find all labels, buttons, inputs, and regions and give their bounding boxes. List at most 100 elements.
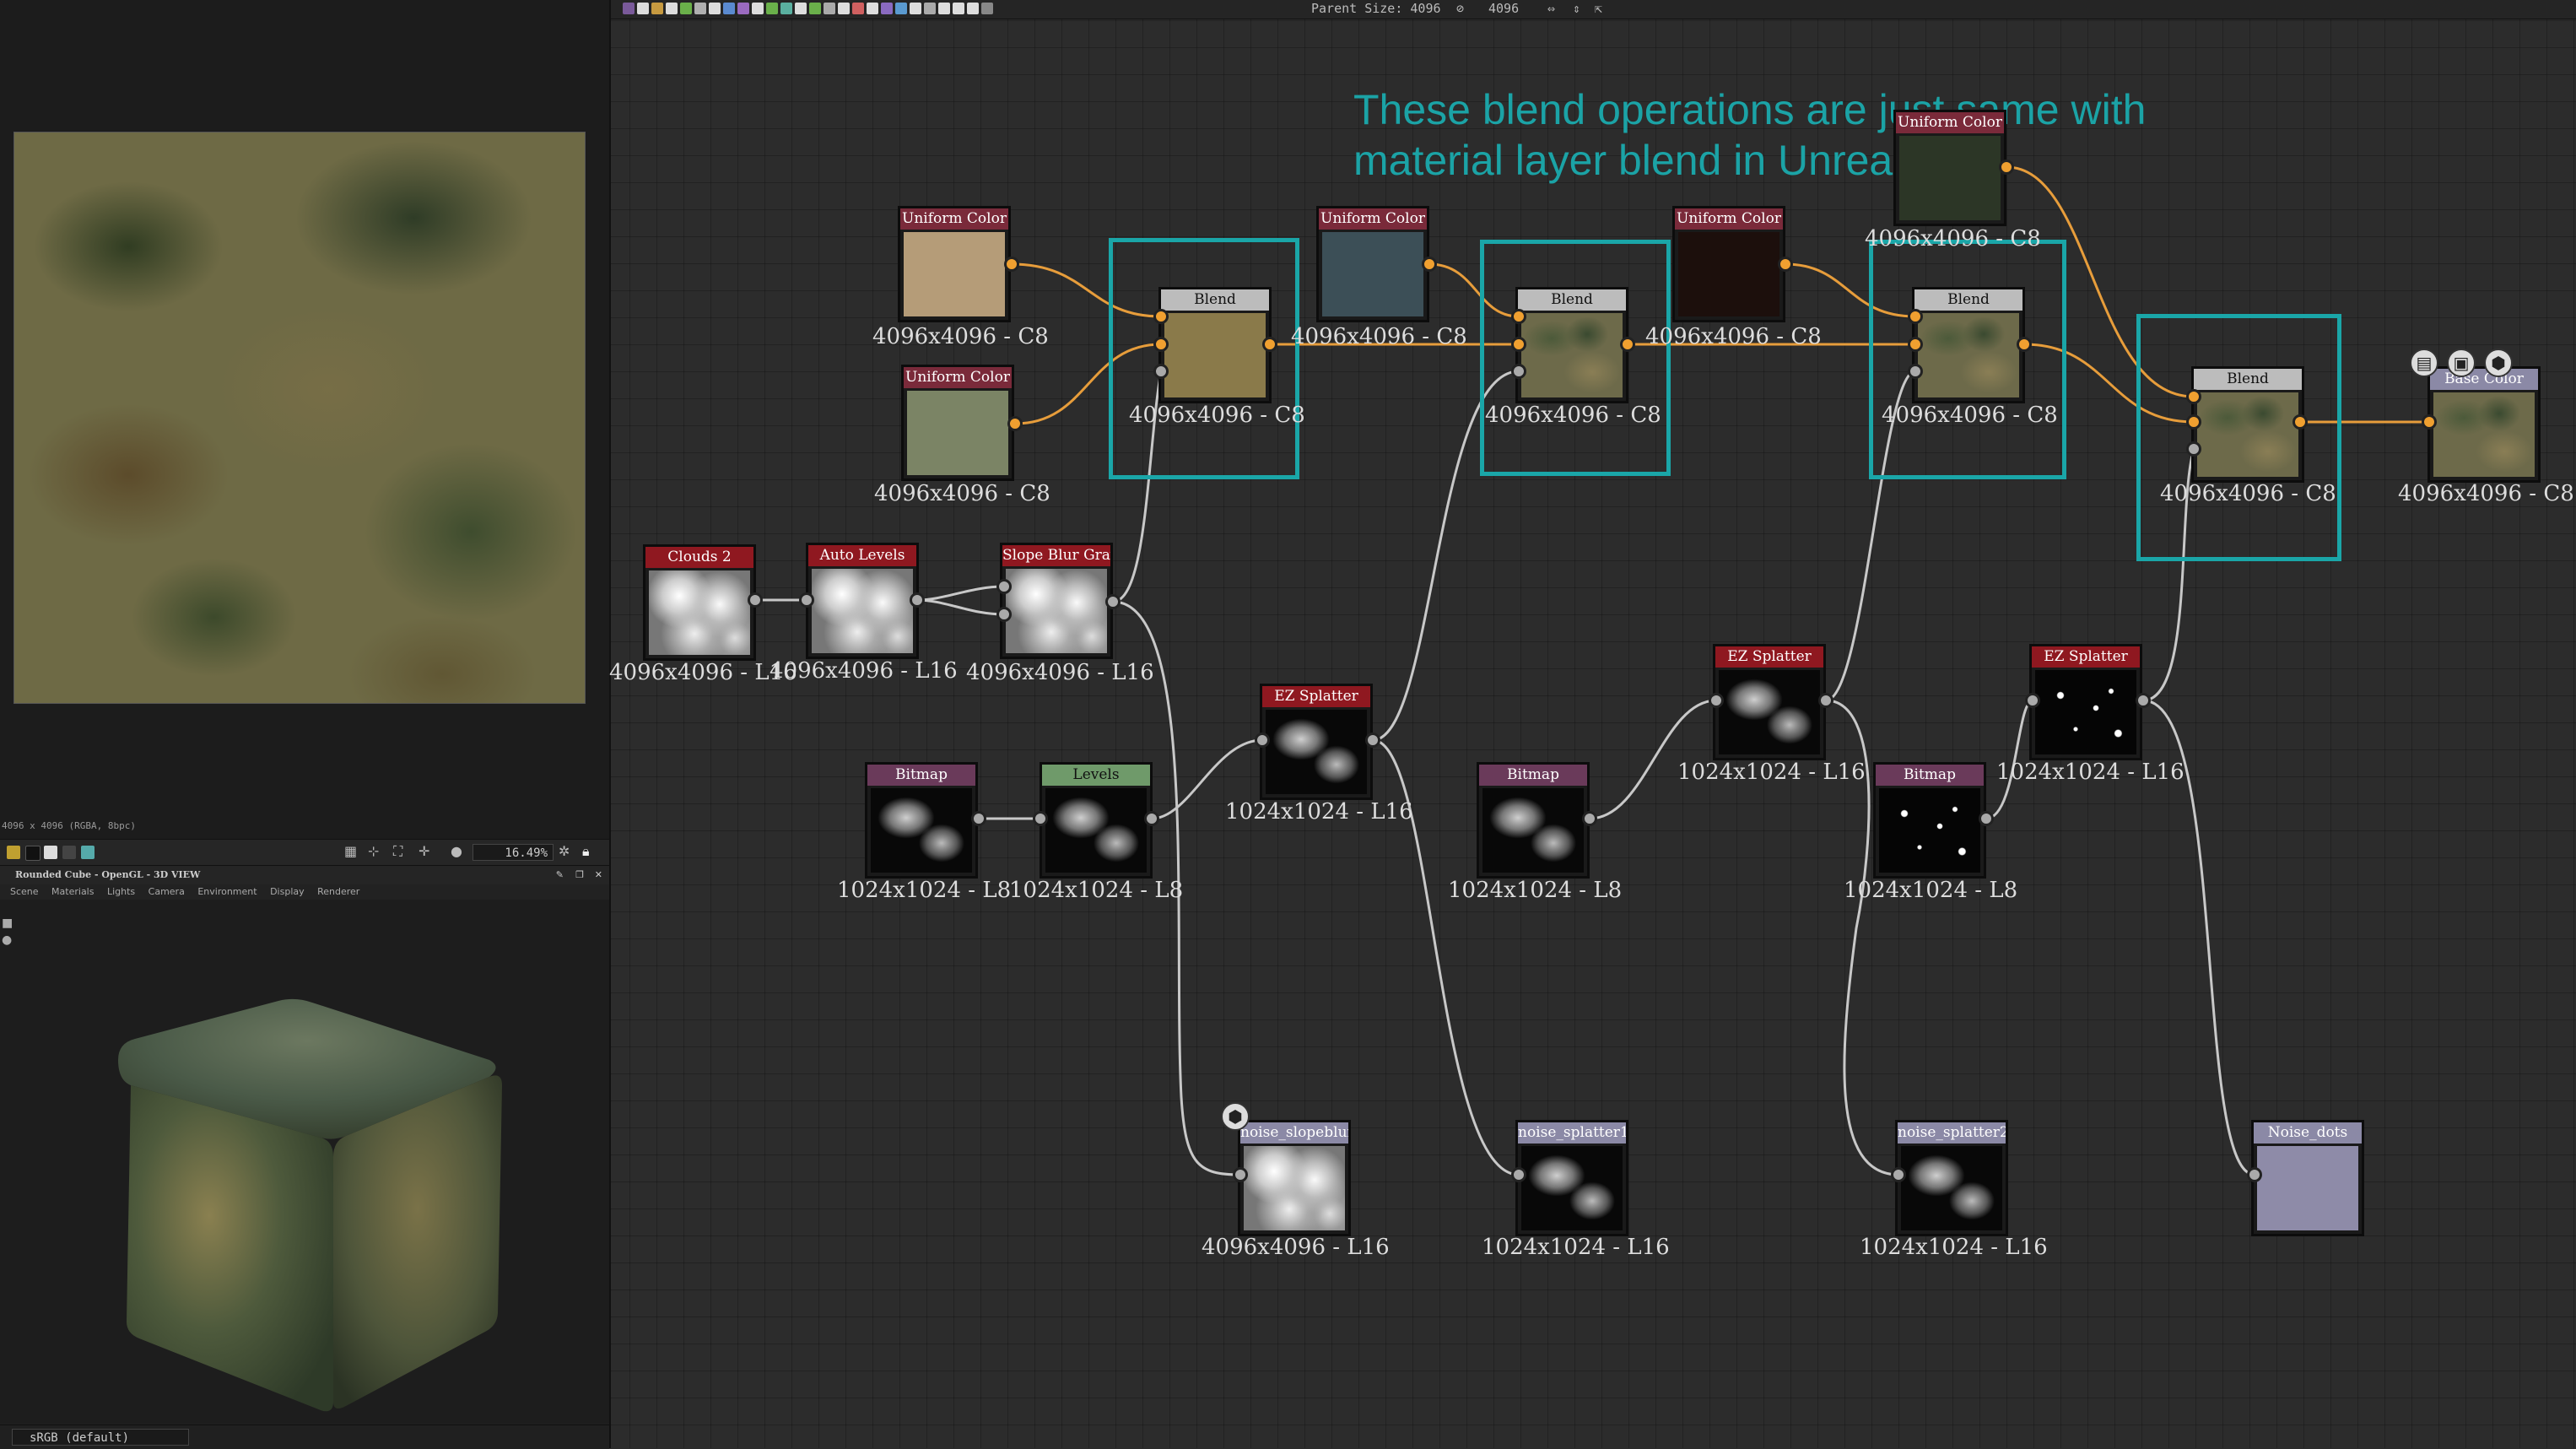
color-space-select[interactable]: sRGB (default) <box>12 1429 189 1446</box>
output-port[interactable] <box>2136 693 2151 708</box>
output-port[interactable] <box>1144 811 1159 826</box>
menu-camera[interactable]: Camera <box>149 884 185 900</box>
bitmap-node-1[interactable]: Bitmap <box>865 762 978 879</box>
input-port[interactable] <box>1255 733 1270 748</box>
output-port[interactable] <box>1778 257 1793 272</box>
uniform-color-node-5[interactable]: Uniform Color <box>1893 110 2006 226</box>
lock-icon[interactable]: 🔒︎ <box>582 843 590 860</box>
menu-materials[interactable]: Materials <box>51 884 94 900</box>
input-port-foreground[interactable] <box>2186 389 2201 404</box>
levels-node[interactable]: Levels <box>1040 762 1153 879</box>
ez-splatter-node-1[interactable]: EZ Splatter <box>1260 684 1373 800</box>
input-port-foreground[interactable] <box>1511 309 1526 324</box>
noise-slopeblur-output-node[interactable]: noise_slopeblur <box>1238 1120 1351 1236</box>
black-bg-icon[interactable] <box>25 846 41 861</box>
output-port[interactable] <box>1979 811 1994 826</box>
input-port[interactable] <box>2025 693 2040 708</box>
input-port-slope[interactable] <box>996 607 1012 622</box>
output-port[interactable] <box>2292 414 2308 430</box>
output-port[interactable] <box>1818 693 1833 708</box>
menu-lights[interactable]: Lights <box>107 884 135 900</box>
uniform-color-node-3[interactable]: Uniform Color <box>1316 206 1429 322</box>
graph-comment[interactable]: These blend operations are just same wit… <box>1353 84 2282 186</box>
input-port[interactable] <box>2247 1167 2262 1182</box>
link-icon[interactable]: ⊘ <box>1456 1 1464 16</box>
output-port[interactable] <box>1004 257 1019 272</box>
close-icon[interactable]: ✕ <box>595 866 602 884</box>
input-port[interactable] <box>1709 693 1724 708</box>
node-library-strip[interactable] <box>623 3 1272 16</box>
base-color-output-node[interactable]: Base Color <box>2427 366 2541 483</box>
grid-icon[interactable]: ▦ <box>344 843 357 859</box>
noise-splatter2-output-node[interactable]: noise_splatter2 <box>1895 1120 2008 1236</box>
blend-node-1[interactable]: Blend <box>1158 287 1272 403</box>
zoom-input[interactable]: 16.49% <box>473 844 554 861</box>
output-port[interactable] <box>1620 337 1635 352</box>
input-port-mask[interactable] <box>1153 364 1169 379</box>
zoom-icon[interactable]: ● <box>451 843 462 859</box>
layout-icon[interactable]: ⇔ <box>1547 1 1555 16</box>
input-port-foreground[interactable] <box>1908 309 1923 324</box>
bitmap-node-3[interactable]: Bitmap <box>1873 762 1986 879</box>
input-port[interactable] <box>1891 1167 1906 1182</box>
snap-icon[interactable]: ⊹ <box>368 843 379 859</box>
input-port[interactable] <box>1033 811 1048 826</box>
center-icon[interactable]: ✛ <box>419 843 429 859</box>
output-port[interactable] <box>1105 594 1121 609</box>
checker-icon[interactable]: ▣ <box>2447 349 2476 377</box>
menu-renderer[interactable]: Renderer <box>317 884 359 900</box>
2d-view-texture-preview[interactable] <box>14 132 586 704</box>
camera-icon[interactable]: ■ <box>2 916 13 930</box>
output-port[interactable] <box>1262 337 1277 352</box>
float-icon[interactable]: ❐ <box>575 866 584 884</box>
3d-cube-preview[interactable] <box>118 992 506 1414</box>
blend-node-3[interactable]: Blend <box>1912 287 2025 403</box>
auto-levels-node[interactable]: Auto Levels <box>806 543 919 659</box>
output-port[interactable] <box>748 592 763 608</box>
output-port[interactable] <box>910 592 925 608</box>
document-icon[interactable]: ▤ <box>2410 349 2438 377</box>
fit-icon[interactable]: ⛶ <box>393 843 402 860</box>
menu-environment[interactable]: Environment <box>197 884 257 900</box>
uniform-color-node-2[interactable]: Uniform Color <box>901 365 1014 481</box>
bitmap-node-2[interactable]: Bitmap <box>1477 762 1590 879</box>
menu-display[interactable]: Display <box>270 884 305 900</box>
parent-size-dropdown[interactable]: Parent Size: 4096 <box>1311 1 1441 16</box>
menu-scene[interactable]: Scene <box>10 884 39 900</box>
ez-splatter-node-3[interactable]: EZ Splatter <box>2029 644 2142 760</box>
cube-icon[interactable]: ⬢ <box>2484 349 2513 377</box>
input-port-foreground[interactable] <box>1153 309 1169 324</box>
pin-icon[interactable]: ✎ <box>556 866 564 884</box>
input-port[interactable] <box>799 592 814 608</box>
ez-splatter-node-2[interactable]: EZ Splatter <box>1713 644 1826 760</box>
input-port-mask[interactable] <box>1908 364 1923 379</box>
slope-blur-grayscale-node[interactable]: Slope Blur Grayscale <box>1000 543 1113 659</box>
input-port-background[interactable] <box>1153 337 1169 352</box>
input-port[interactable] <box>2422 414 2437 430</box>
input-port-source[interactable] <box>996 579 1012 594</box>
settings-icon[interactable]: ✲ <box>559 843 570 859</box>
resolution-dropdown[interactable]: 4096 <box>1488 1 1519 16</box>
input-port-mask[interactable] <box>1511 364 1526 379</box>
uniform-color-node-1[interactable]: Uniform Color <box>898 206 1011 322</box>
blend-node-2[interactable]: Blend <box>1515 287 1628 403</box>
output-port[interactable] <box>2017 337 2032 352</box>
input-port-background[interactable] <box>2186 414 2201 430</box>
output-port[interactable] <box>971 811 986 826</box>
channel-icon[interactable] <box>7 846 20 859</box>
noise-splatter1-output-node[interactable]: noise_splatter1 <box>1515 1120 1628 1236</box>
input-port[interactable] <box>1511 1167 1526 1182</box>
blend-node-4[interactable]: Blend <box>2191 366 2304 483</box>
align-icon[interactable]: ⇕ <box>1573 1 1580 16</box>
uniform-color-node-4[interactable]: Uniform Color <box>1672 206 1785 322</box>
input-port-background[interactable] <box>1908 337 1923 352</box>
output-port[interactable] <box>1007 416 1023 431</box>
output-port[interactable] <box>1582 811 1597 826</box>
checker-bg-icon[interactable] <box>62 846 76 859</box>
input-port-mask[interactable] <box>2186 441 2201 457</box>
input-icon[interactable]: ⇱ <box>1595 1 1602 16</box>
output-port[interactable] <box>1422 257 1437 272</box>
input-port-background[interactable] <box>1511 337 1526 352</box>
tiling-icon[interactable] <box>81 846 95 859</box>
light-icon[interactable]: ● <box>2 933 12 947</box>
